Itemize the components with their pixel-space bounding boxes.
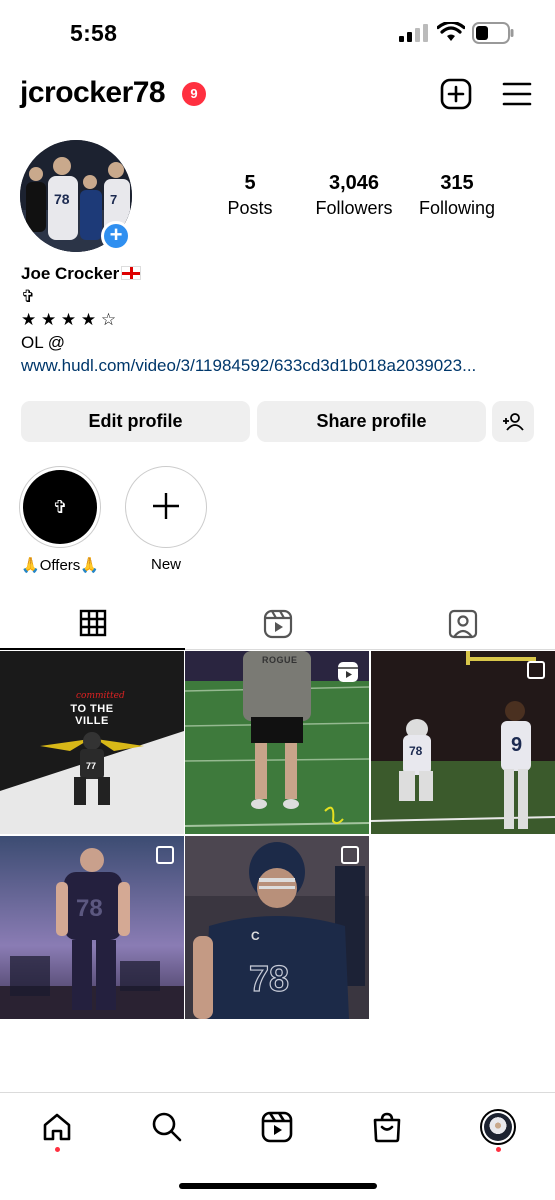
- home-icon: [43, 1113, 71, 1141]
- grid-icon: [79, 609, 106, 637]
- edit-profile-button[interactable]: Edit profile: [21, 401, 250, 442]
- nav-profile[interactable]: [478, 1107, 518, 1147]
- nav-home[interactable]: [37, 1107, 77, 1147]
- shopping-bag-icon: [373, 1112, 401, 1143]
- jersey-number: 77: [86, 761, 96, 771]
- carousel-badge-icon: [341, 846, 359, 864]
- highlight-label: 🙏Offers🙏: [21, 557, 99, 574]
- posts-label: Posts: [227, 198, 273, 218]
- followers-stat[interactable]: 3,046 Followers: [299, 172, 409, 219]
- add-story-plus-icon[interactable]: +: [101, 221, 131, 251]
- new-highlight-ring: [125, 466, 207, 548]
- post-thumbnail[interactable]: 78: [0, 836, 184, 1019]
- captain-letter: C: [251, 929, 260, 943]
- bio-link[interactable]: www.hudl.com/video/3/11984592/633cd3d1b0…: [21, 354, 536, 377]
- highlight-cover: ✞: [23, 470, 97, 544]
- status-bar: 5:58: [0, 0, 555, 62]
- highlight-offers[interactable]: ✞ 🙏Offers🙏: [14, 466, 106, 574]
- tab-posts-grid[interactable]: [0, 598, 185, 650]
- home-indicator: [179, 1183, 377, 1189]
- jersey-number: 9: [511, 734, 522, 756]
- post-thumbnail[interactable]: 77 committed TO THE VILLE: [0, 651, 184, 834]
- bio-line: ★ ★ ★ ★ ☆: [21, 310, 117, 329]
- svg-text:78: 78: [54, 191, 70, 207]
- discover-people-button[interactable]: [492, 401, 534, 442]
- status-time: 5:58: [70, 20, 118, 46]
- post-script-text: committed: [76, 691, 125, 701]
- tagged-person-icon: [448, 609, 477, 639]
- shirt-logo-text: ROGUE: [262, 655, 298, 665]
- svg-text:7: 7: [110, 192, 117, 207]
- post-thumbnail[interactable]: ROGUE: [185, 651, 369, 834]
- jersey-number: 78: [249, 958, 289, 999]
- jersey-number: 78: [76, 895, 103, 922]
- followers-label: Followers: [315, 198, 393, 218]
- profile-tabs: [0, 598, 555, 650]
- followers-count: 3,046: [328, 172, 380, 194]
- nav-shop[interactable]: [367, 1107, 407, 1147]
- nav-reels[interactable]: [257, 1107, 297, 1147]
- notification-badge[interactable]: 9: [182, 82, 206, 106]
- highlight-new[interactable]: New: [120, 466, 212, 573]
- jersey-number: 78: [409, 744, 423, 758]
- new-post-button[interactable]: [440, 78, 472, 110]
- post-caption-text: TO THE VILLE: [70, 703, 114, 727]
- bio-line: OL @: [21, 333, 66, 352]
- following-stat[interactable]: 315 Following: [402, 172, 512, 219]
- cellular-signal-icon: [399, 24, 428, 42]
- home-activity-dot: [55, 1147, 60, 1152]
- posts-count: 5: [244, 172, 256, 194]
- menu-button[interactable]: [502, 80, 532, 108]
- following-count: 315: [440, 172, 474, 194]
- nav-search[interactable]: [147, 1107, 187, 1147]
- posts-stat[interactable]: 5 Posts: [195, 172, 305, 219]
- tab-reels[interactable]: [185, 598, 370, 650]
- profile-avatar[interactable]: 78 7 +: [20, 140, 132, 252]
- carousel-badge-icon: [527, 661, 545, 679]
- post-thumbnail[interactable]: 78 C: [185, 836, 369, 1019]
- profile-activity-dot: [496, 1147, 501, 1152]
- profile-header: jcrocker78 9: [0, 70, 555, 120]
- reel-badge-icon: [338, 662, 358, 682]
- search-icon: [152, 1112, 182, 1142]
- carousel-badge-icon: [156, 846, 174, 864]
- reels-icon: [261, 1111, 293, 1143]
- wifi-icon: [437, 22, 465, 41]
- england-flag-icon: [121, 266, 142, 280]
- bio-line: ✞: [21, 287, 36, 306]
- display-name: Joe Crocker: [21, 264, 120, 283]
- share-profile-button[interactable]: Share profile: [257, 401, 486, 442]
- highlight-ring: ✞: [19, 466, 101, 548]
- following-label: Following: [418, 198, 496, 218]
- reels-icon: [263, 609, 292, 639]
- add-person-icon: [503, 413, 524, 431]
- post-thumbnail[interactable]: 78 9: [371, 651, 555, 834]
- plus-icon: [151, 486, 181, 528]
- tab-tagged[interactable]: [370, 598, 555, 650]
- battery-icon: [472, 22, 514, 44]
- profile-avatar-icon: [480, 1109, 516, 1145]
- profile-bio: Joe Crocker ✞ ★ ★ ★ ★ ☆ OL @ www.hudl.co…: [21, 262, 541, 377]
- highlight-label: New: [150, 556, 181, 573]
- username-switcher[interactable]: jcrocker78: [20, 76, 166, 110]
